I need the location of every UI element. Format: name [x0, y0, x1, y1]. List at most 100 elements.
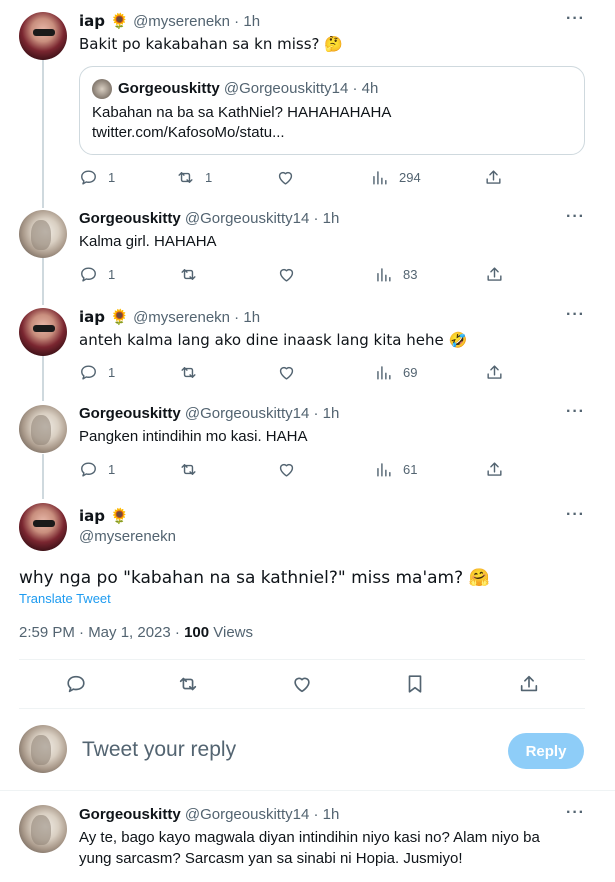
reply-button[interactable] — [65, 673, 87, 695]
author-name[interactable]: Gorgeouskitty — [79, 405, 181, 422]
author-handle[interactable]: @myserenekn — [79, 527, 176, 547]
retweet-icon — [181, 367, 196, 378]
share-button[interactable] — [485, 363, 504, 382]
view-count: 69 — [403, 365, 418, 380]
thread-line — [42, 60, 44, 208]
views-button[interactable]: 83 — [374, 265, 417, 284]
reply-button[interactable]: 1 — [79, 168, 115, 187]
quoted-tweet[interactable]: Gorgeouskitty @Gorgeouskitty14 · 4h Kaba… — [79, 66, 585, 155]
reply-icon — [67, 675, 85, 693]
quote-time: 4h — [361, 80, 379, 97]
reply-count: 1 — [108, 462, 116, 477]
avatar[interactable] — [19, 12, 67, 60]
translate-link[interactable]: Translate Tweet — [19, 591, 111, 606]
retweet-button[interactable] — [179, 265, 198, 284]
quote-avatar — [92, 79, 112, 99]
share-icon — [520, 675, 538, 692]
share-button[interactable] — [485, 460, 504, 479]
avatar[interactable] — [19, 308, 67, 356]
share-icon — [487, 365, 502, 379]
reply-input[interactable]: Tweet your reply — [82, 738, 236, 762]
author-name[interactable]: iap 🌻 — [79, 12, 129, 30]
author-handle[interactable]: @Gorgeouskitty14 — [185, 210, 309, 227]
like-button[interactable] — [277, 363, 296, 382]
tweet-time[interactable]: 1h — [243, 13, 260, 30]
tweet-time[interactable]: 1h — [243, 309, 260, 326]
views-icon — [377, 366, 391, 380]
like-button[interactable] — [277, 460, 296, 479]
tweet-text: why nga po "kabahan na sa kathniel?" mis… — [19, 568, 490, 588]
retweet-count: 1 — [205, 170, 213, 185]
retweet-button[interactable] — [179, 460, 198, 479]
author-name[interactable]: Gorgeouskitty — [79, 806, 181, 823]
bookmark-button[interactable] — [404, 673, 426, 695]
author-handle[interactable]: @Gorgeouskitty14 — [185, 806, 309, 823]
avatar[interactable] — [19, 405, 67, 453]
more-icon[interactable]: ··· — [566, 804, 585, 822]
retweet-icon — [181, 464, 196, 475]
quote-text: Kabahan na ba sa KathNiel? HAHAHAHAHA — [92, 104, 392, 121]
reply-button[interactable]: 1 — [79, 363, 115, 382]
tweet-time[interactable]: 1h — [323, 806, 340, 823]
more-icon[interactable]: ··· — [566, 10, 585, 28]
tweet-time[interactable]: 1h — [323, 210, 340, 227]
thread-line — [42, 356, 44, 401]
like-button[interactable] — [276, 168, 295, 187]
bookmark-icon — [408, 675, 422, 693]
retweet-icon — [179, 677, 197, 691]
divider — [0, 790, 615, 791]
reply-button[interactable]: 1 — [79, 265, 115, 284]
more-icon[interactable]: ··· — [566, 403, 585, 421]
view-count: 294 — [399, 170, 421, 185]
view-count: 83 — [403, 267, 418, 282]
reply-submit-button[interactable]: Reply — [508, 733, 584, 769]
divider — [19, 659, 585, 660]
tweet-text: Ay te, bago kayo magwala diyan intindihi… — [79, 829, 540, 846]
view-count: 61 — [403, 462, 418, 477]
quote-author-name: Gorgeouskitty — [118, 80, 220, 97]
tweet-timestamp[interactable]: 2:59 PM · May 1, 2023 · — [19, 624, 184, 641]
reply-button[interactable]: 1 — [79, 460, 115, 479]
share-button[interactable] — [518, 673, 540, 695]
reply-count: 1 — [108, 170, 116, 185]
more-icon[interactable]: ··· — [566, 208, 585, 226]
avatar[interactable] — [19, 210, 67, 258]
tweet-text: Kalma girl. HAHAHA — [79, 233, 217, 250]
like-button[interactable] — [277, 265, 296, 284]
share-button[interactable] — [484, 168, 503, 187]
more-icon[interactable]: ··· — [566, 306, 585, 324]
reply-icon — [81, 267, 96, 282]
tweet-text: Pangken intindihin mo kasi. HAHA — [79, 428, 308, 445]
views-button[interactable]: 69 — [374, 363, 417, 382]
share-button[interactable] — [485, 265, 504, 284]
retweet-button[interactable]: 1 — [176, 168, 212, 187]
reply-count: 1 — [108, 267, 116, 282]
author-name[interactable]: iap 🌻 — [79, 506, 129, 526]
retweet-icon — [178, 172, 193, 183]
author-handle[interactable]: @myserenekn — [133, 309, 230, 326]
retweet-icon — [181, 269, 196, 280]
views-label: Views — [209, 624, 254, 641]
avatar[interactable] — [19, 805, 67, 853]
views-icon — [377, 268, 391, 282]
avatar[interactable] — [19, 503, 67, 551]
reply-icon — [81, 170, 96, 185]
author-handle[interactable]: @myserenekn — [133, 13, 230, 30]
like-button[interactable] — [291, 673, 313, 695]
author-handle[interactable]: @Gorgeouskitty14 — [185, 405, 309, 422]
more-icon[interactable]: ··· — [566, 506, 585, 524]
tweet-time[interactable]: 1h — [323, 405, 340, 422]
quote-link[interactable]: twitter.com/KafosoMo/statu... — [92, 123, 285, 143]
quote-author-handle: @Gorgeouskitty14 — [223, 80, 349, 97]
author-name[interactable]: iap 🌻 — [79, 308, 129, 326]
retweet-button[interactable] — [177, 673, 199, 695]
like-icon — [278, 171, 293, 185]
author-name[interactable]: Gorgeouskitty — [79, 210, 181, 227]
views-button[interactable]: 294 — [370, 168, 421, 187]
divider — [19, 708, 585, 709]
avatar — [19, 725, 67, 773]
views-button[interactable]: 61 — [374, 460, 417, 479]
retweet-button[interactable] — [179, 363, 198, 382]
view-count: 100 — [184, 624, 210, 641]
reply-icon — [81, 365, 96, 380]
